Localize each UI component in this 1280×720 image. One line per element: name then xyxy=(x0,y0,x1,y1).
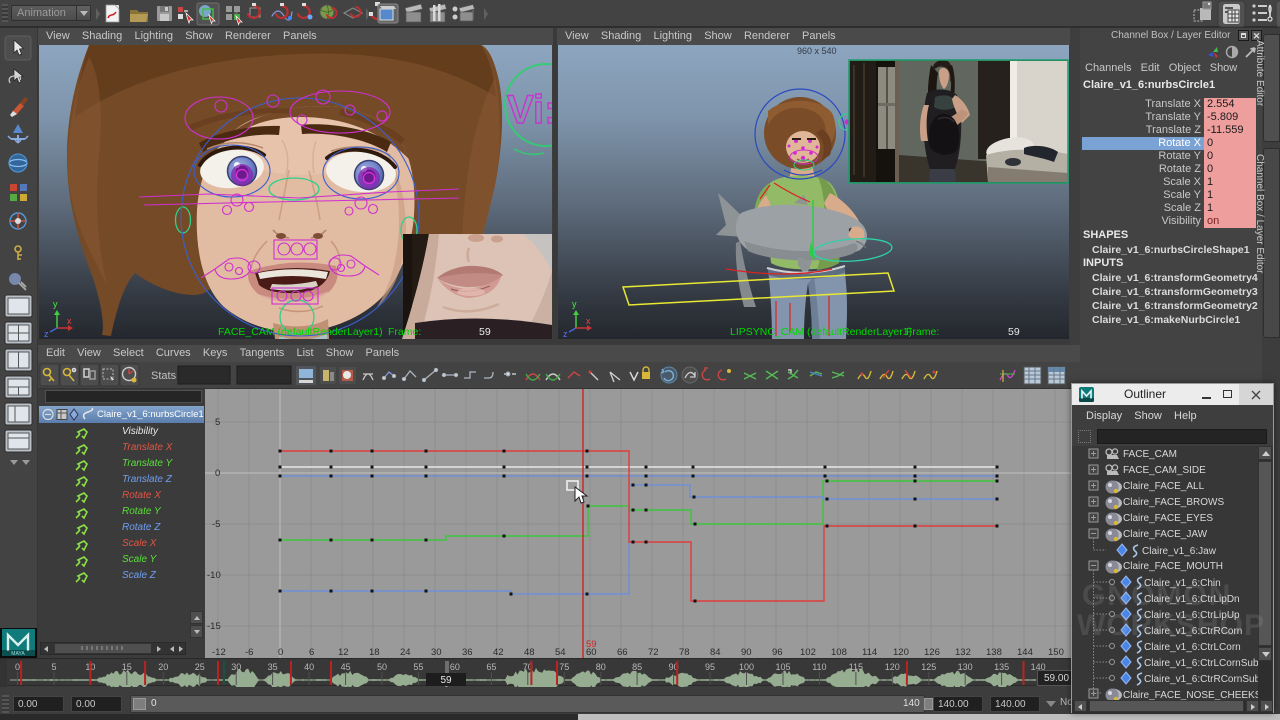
svg-text:y: y xyxy=(53,299,58,309)
svg-text:59: 59 xyxy=(440,675,452,686)
svg-text:135: 135 xyxy=(994,662,1009,672)
svg-text:108: 108 xyxy=(831,647,847,658)
svg-text:59: 59 xyxy=(479,326,491,338)
svg-text:20: 20 xyxy=(158,662,168,672)
svg-text:5: 5 xyxy=(215,417,220,428)
svg-text:Claire_v1_6:CtrLCorn: Claire_v1_6:CtrLCorn xyxy=(1144,642,1241,653)
svg-text:0: 0 xyxy=(215,468,220,479)
svg-text:126: 126 xyxy=(924,647,940,658)
svg-text:Claire_FACE_NOSE_CHEEKS: Claire_FACE_NOSE_CHEEKS xyxy=(1123,690,1258,700)
svg-text:59: 59 xyxy=(1008,326,1020,338)
svg-text:FACE_CAM (defaultRenderLayer1): FACE_CAM (defaultRenderLayer1) xyxy=(218,326,383,338)
svg-text:Frame:: Frame: xyxy=(906,326,939,338)
svg-text:132: 132 xyxy=(955,647,971,658)
svg-text:96: 96 xyxy=(772,647,783,658)
svg-text:120: 120 xyxy=(885,662,900,672)
svg-text:54: 54 xyxy=(555,647,566,658)
svg-text:FACE_CAM: FACE_CAM xyxy=(1123,449,1177,460)
svg-text:138: 138 xyxy=(986,647,1002,658)
svg-text:-10: -10 xyxy=(207,570,221,581)
svg-text:150: 150 xyxy=(1048,647,1064,658)
svg-text:Claire_v1_6:Jaw: Claire_v1_6:Jaw xyxy=(1142,546,1217,557)
svg-text:Vi:: Vi: xyxy=(507,88,552,132)
svg-text:Claire_FACE_EYES: Claire_FACE_EYES xyxy=(1123,513,1213,524)
svg-text:25: 25 xyxy=(195,662,205,672)
svg-text:24: 24 xyxy=(400,647,411,658)
svg-text:5: 5 xyxy=(51,662,56,672)
svg-text:18: 18 xyxy=(369,647,380,658)
svg-text:130: 130 xyxy=(958,662,973,672)
svg-text:Claire_FACE_BROWS: Claire_FACE_BROWS xyxy=(1123,497,1224,508)
svg-text:15: 15 xyxy=(122,662,132,672)
svg-text:84: 84 xyxy=(710,647,721,658)
svg-text:30: 30 xyxy=(231,662,241,672)
svg-text:75: 75 xyxy=(559,662,569,672)
svg-text:-12: -12 xyxy=(212,647,226,658)
svg-text:95: 95 xyxy=(705,662,715,672)
svg-text:125: 125 xyxy=(921,662,936,672)
svg-text:65: 65 xyxy=(486,662,496,672)
svg-text:MAYA: MAYA xyxy=(11,651,25,657)
svg-text:Stats: Stats xyxy=(151,370,177,382)
svg-text:30: 30 xyxy=(431,647,442,658)
svg-text:-15: -15 xyxy=(207,621,221,632)
svg-text:50: 50 xyxy=(377,662,387,672)
svg-text:78: 78 xyxy=(679,647,690,658)
svg-text:x: x xyxy=(586,316,591,326)
svg-text:y: y xyxy=(572,299,577,309)
svg-text:105: 105 xyxy=(775,662,790,672)
svg-text:Claire_v1_6:CtrRCornSub: Claire_v1_6:CtrRCornSub xyxy=(1144,674,1258,685)
svg-text:144: 144 xyxy=(1017,647,1033,658)
svg-text:z: z xyxy=(44,329,49,339)
svg-text:114: 114 xyxy=(862,647,877,658)
svg-text:110: 110 xyxy=(812,662,826,672)
svg-text:66: 66 xyxy=(617,647,628,658)
svg-text:42: 42 xyxy=(493,647,504,658)
svg-text:-5: -5 xyxy=(212,519,220,530)
svg-text:FACE_CAM_SIDE: FACE_CAM_SIDE xyxy=(1123,465,1206,476)
svg-text:x: x xyxy=(67,316,72,326)
svg-text:59: 59 xyxy=(586,639,597,650)
svg-text:Claire_FACE_MOUTH: Claire_FACE_MOUTH xyxy=(1123,561,1223,572)
svg-text:85: 85 xyxy=(632,662,642,672)
svg-text:36: 36 xyxy=(462,647,473,658)
svg-text:100: 100 xyxy=(739,662,754,672)
svg-text:115: 115 xyxy=(849,662,863,672)
svg-text:960 x 540: 960 x 540 xyxy=(797,46,837,56)
svg-text:45: 45 xyxy=(341,662,351,672)
svg-text:Claire_v1_6:CtrLCornSub: Claire_v1_6:CtrLCornSub xyxy=(1144,658,1258,669)
svg-text:72: 72 xyxy=(648,647,659,658)
svg-text:0: 0 xyxy=(15,662,20,672)
svg-text:Claire_FACE_ALL: Claire_FACE_ALL xyxy=(1123,481,1205,492)
svg-text:102: 102 xyxy=(800,647,816,658)
svg-text:LIPSYNC_CAM (defaultRenderLaye: LIPSYNC_CAM (defaultRenderLayer1) xyxy=(730,326,912,338)
svg-text:Frame:: Frame: xyxy=(388,326,421,338)
svg-text:48: 48 xyxy=(524,647,535,658)
svg-text:0: 0 xyxy=(278,647,283,658)
svg-text:120: 120 xyxy=(893,647,909,658)
svg-text:90: 90 xyxy=(741,647,752,658)
svg-text:35: 35 xyxy=(268,662,278,672)
svg-text:6: 6 xyxy=(309,647,314,658)
svg-text:55: 55 xyxy=(413,662,423,672)
svg-text:80: 80 xyxy=(596,662,606,672)
svg-text:z: z xyxy=(563,329,568,339)
svg-text:60: 60 xyxy=(450,662,460,672)
svg-text:12: 12 xyxy=(338,647,349,658)
svg-text:Claire_FACE_JAW: Claire_FACE_JAW xyxy=(1123,529,1208,540)
svg-text:40: 40 xyxy=(304,662,314,672)
svg-text:-6: -6 xyxy=(245,647,253,658)
